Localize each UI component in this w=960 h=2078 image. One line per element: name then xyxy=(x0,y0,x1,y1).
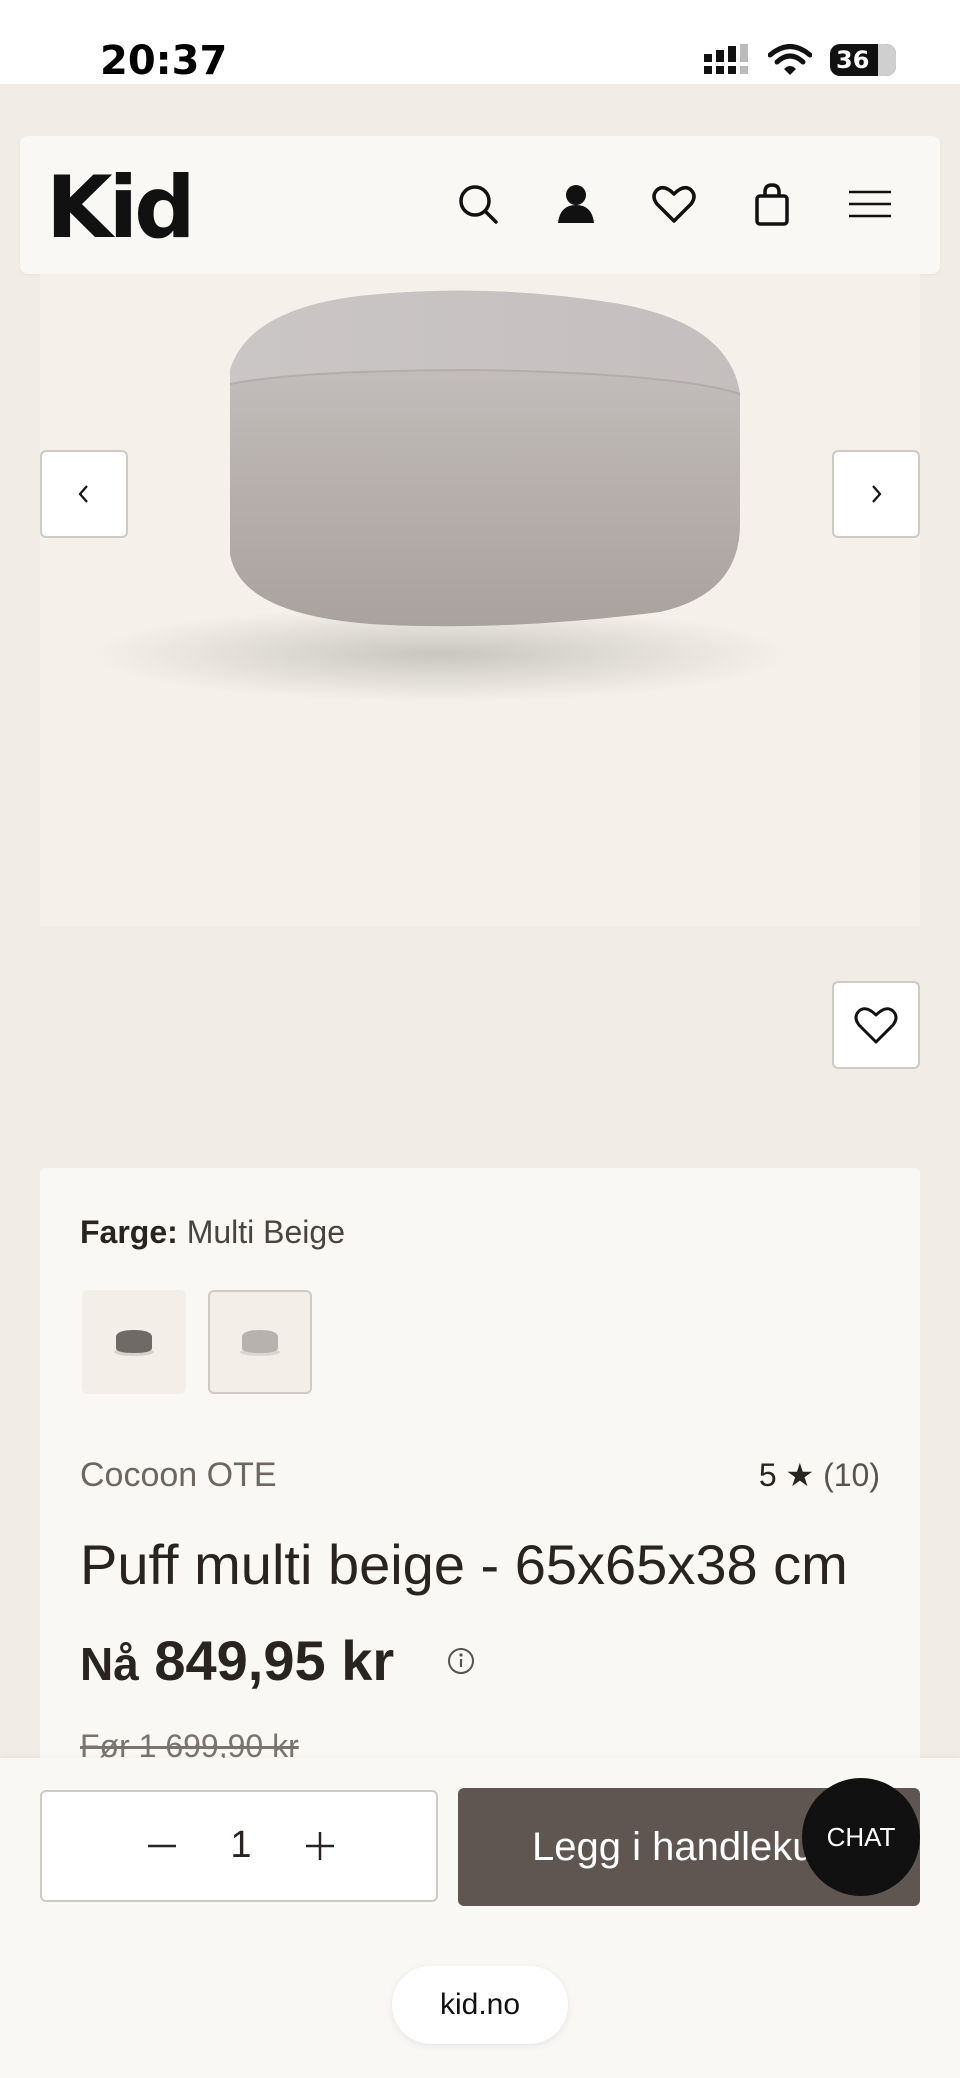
price-prefix: Nå xyxy=(80,1638,139,1690)
kid-logo[interactable]: Kid xyxy=(46,158,196,258)
search-icon xyxy=(459,185,498,224)
rating-value: 5 ★ xyxy=(758,1457,815,1493)
swatch-image xyxy=(240,1330,280,1356)
menu-button[interactable] xyxy=(840,174,900,234)
quantity-stepper: 1 xyxy=(40,1790,438,1902)
shopping-bag-icon xyxy=(755,183,789,226)
plus-icon xyxy=(306,1832,334,1860)
add-to-wishlist-button[interactable] xyxy=(832,981,920,1069)
swatch-image xyxy=(114,1330,154,1356)
product-rating[interactable]: 5 ★ (10) xyxy=(759,1456,880,1494)
color-selector-label: Farge: Multi Beige xyxy=(80,1214,345,1251)
battery-level: 36 xyxy=(836,46,870,74)
product-image-area xyxy=(40,274,920,926)
chevron-right-icon xyxy=(872,485,882,503)
color-label: Farge: xyxy=(80,1214,178,1250)
battery-icon: 36 xyxy=(830,44,896,76)
product-price: Nå 849,95 kr xyxy=(80,1628,394,1693)
add-to-cart-label: Legg i handlekurv xyxy=(532,1824,848,1869)
site-header: Kid xyxy=(20,136,940,274)
heart-icon xyxy=(652,186,696,223)
cart-button[interactable] xyxy=(742,174,802,234)
color-swatch-dark-grey[interactable] xyxy=(82,1290,186,1394)
chat-button[interactable]: CHAT xyxy=(802,1778,920,1896)
status-bar: 20:37 36 xyxy=(0,0,960,84)
heart-icon xyxy=(854,1007,898,1044)
next-image-button[interactable] xyxy=(832,450,920,538)
product-image xyxy=(90,290,790,702)
user-icon xyxy=(558,185,594,223)
account-button[interactable] xyxy=(546,174,606,234)
search-button[interactable] xyxy=(448,174,508,234)
status-icons: 36 xyxy=(702,44,896,76)
chevron-left-icon xyxy=(78,485,88,503)
info-icon[interactable] xyxy=(446,1646,476,1676)
price-value: 849,95 kr xyxy=(154,1629,395,1692)
wifi-icon xyxy=(768,44,812,75)
status-time: 20:37 xyxy=(100,38,228,84)
product-brand[interactable]: Cocoon OTE xyxy=(80,1456,277,1495)
cellular-signal-icon xyxy=(704,44,748,74)
rating-count: (10) xyxy=(823,1457,880,1493)
color-swatch-multi-beige[interactable] xyxy=(208,1290,312,1394)
product-title: Puff multi beige - 65x65x38 cm xyxy=(80,1533,848,1596)
wishlist-button[interactable] xyxy=(644,174,704,234)
menu-icon xyxy=(849,190,891,218)
previous-image-button[interactable] xyxy=(40,450,128,538)
quantity-value[interactable]: 1 xyxy=(42,1824,440,1867)
increase-quantity-button[interactable] xyxy=(290,1816,350,1876)
color-value: Multi Beige xyxy=(186,1214,345,1250)
browser-url-pill[interactable]: kid.no xyxy=(392,1966,568,2044)
